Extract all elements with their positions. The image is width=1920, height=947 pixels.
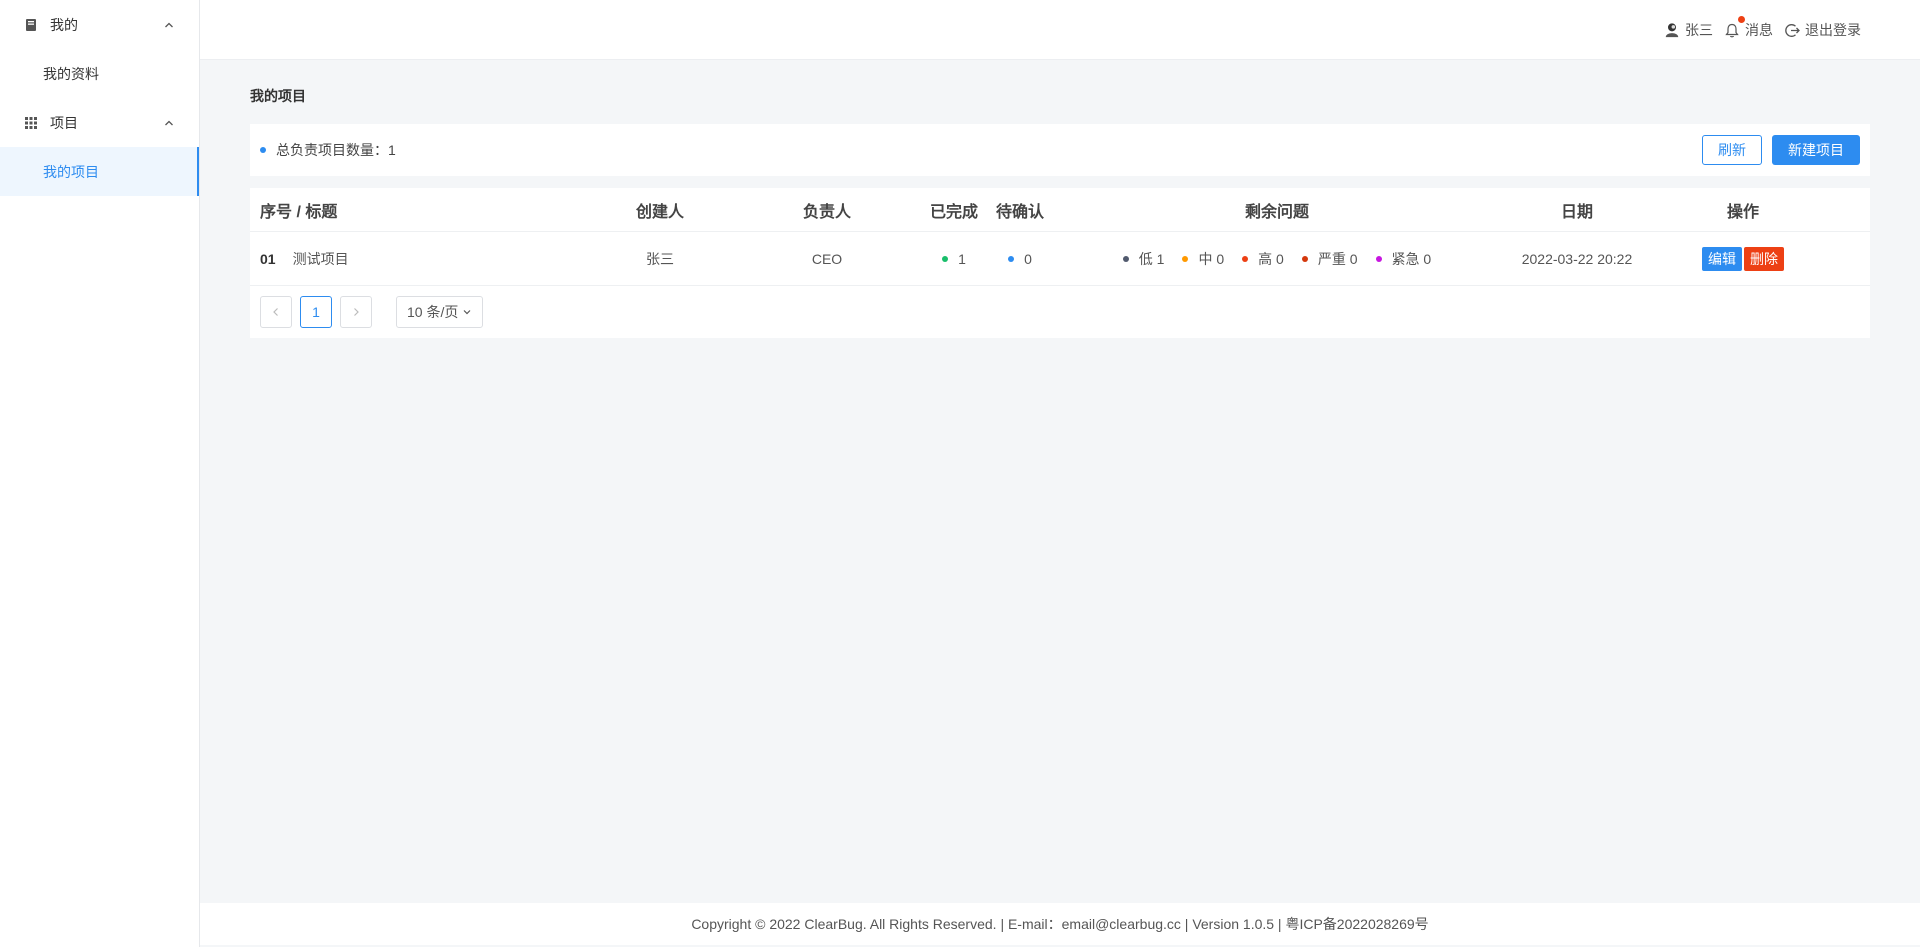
chevron-up-icon (163, 117, 175, 129)
issue-dot (1301, 255, 1308, 262)
issue-dot (1375, 255, 1382, 262)
project-title-cell: 01 测试项目 (250, 249, 590, 269)
summary-dot (260, 147, 266, 153)
user-name: 张三 (1685, 22, 1713, 38)
page-button[interactable]: 1 (300, 296, 332, 328)
chevron-left-icon (273, 308, 278, 316)
table-row: 01 测试项目 张三 CEO 1 0 低 1 中 0 高 0 严重 0 紧急 0… (250, 232, 1870, 286)
header-actions: 张三 消息 退出登录 (1653, 0, 1861, 60)
date-cell: 2022-03-22 20:22 (1521, 250, 1633, 267)
book-icon (24, 18, 38, 32)
owner-cell: CEO (811, 250, 843, 267)
chevron-right-icon (354, 308, 359, 316)
sidebar-group-mine[interactable]: 我的 (0, 0, 199, 49)
column-header-pending: 待确认 (995, 203, 1044, 221)
sidebar-item-label: 我的资料 (43, 65, 99, 82)
edit-button[interactable]: 编辑 (1702, 246, 1742, 271)
pending-dot (1008, 255, 1015, 262)
summary-label: 总负责项目数量： (276, 142, 388, 158)
done-cell: 1 (924, 251, 984, 267)
bell-icon (1724, 16, 1745, 38)
footer-text: Copyright © 2022 ClearBug. All Rights Re… (691, 916, 1429, 932)
top-header: 张三 消息 退出登录 (200, 0, 1920, 60)
refresh-button[interactable]: 刷新 (1702, 135, 1762, 165)
next-page-button[interactable] (340, 296, 372, 328)
sidebar-group-label: 项目 (50, 114, 78, 131)
issue-high: 高 0 (1242, 249, 1284, 269)
issue-dot (1122, 255, 1129, 262)
done-count: 1 (958, 250, 966, 267)
issue-severe: 严重 0 (1301, 249, 1358, 269)
summary-bar: 总负责项目数量： 1 刷新 新建项目 (250, 124, 1870, 176)
avatar (1664, 22, 1680, 38)
issue-label: 严重 0 (1317, 250, 1358, 267)
grid-icon (24, 116, 38, 130)
column-header-done: 已完成 (929, 203, 978, 221)
prev-page-button[interactable] (260, 296, 292, 328)
new-project-button[interactable]: 新建项目 (1772, 135, 1860, 165)
pending-count: 0 (1024, 250, 1032, 267)
chevron-up-icon (163, 19, 175, 31)
delete-button[interactable]: 删除 (1744, 246, 1784, 271)
column-header-creator: 创建人 (635, 203, 684, 221)
table-header: 序号 / 标题 创建人 负责人 已完成 待确认 剩余问题 日期 操作 (250, 188, 1870, 232)
projects-table: 序号 / 标题 创建人 负责人 已完成 待确认 剩余问题 日期 操作 01 测试… (250, 188, 1870, 338)
page-title: 我的项目 (250, 88, 306, 104)
issue-label: 低 1 (1138, 250, 1165, 267)
sidebar-item-my-projects[interactable]: 我的项目 (0, 147, 199, 196)
done-dot (942, 255, 949, 262)
issue-label: 紧急 0 (1391, 250, 1432, 267)
pending-cell: 0 (984, 251, 1056, 267)
chevron-down-icon (462, 307, 472, 317)
page-size-select[interactable]: 10 条/页 (396, 296, 484, 328)
footer: Copyright © 2022 ClearBug. All Rights Re… (200, 903, 1920, 945)
logout-button[interactable]: 退出登录 (1784, 20, 1861, 40)
row-number: 01 (260, 250, 276, 267)
pagination: 1 10 条/页 (250, 286, 1870, 338)
issue-medium: 中 0 (1182, 249, 1224, 269)
issue-dot (1242, 255, 1249, 262)
column-header-date: 日期 (1560, 203, 1593, 221)
issue-label: 高 0 (1258, 250, 1284, 267)
page-size-value: 10 条/页 (407, 304, 459, 320)
logout-icon (1784, 22, 1800, 38)
issue-low: 低 1 (1122, 249, 1165, 269)
issue-dot (1182, 255, 1189, 262)
logout-label: 退出登录 (1805, 22, 1861, 38)
issue-label: 中 0 (1198, 250, 1225, 267)
issue-urgent: 紧急 0 (1375, 249, 1432, 269)
project-title[interactable]: 测试项目 (293, 249, 349, 269)
user-menu[interactable]: 张三 (1664, 20, 1713, 40)
column-header-title: 序号 / 标题 (260, 203, 338, 221)
sidebar-group-projects[interactable]: 项目 (0, 98, 199, 147)
notification-dot (1738, 16, 1745, 23)
messages-label: 消息 (1745, 22, 1773, 38)
messages-button[interactable]: 消息 (1724, 16, 1773, 40)
sidebar-item-my-profile[interactable]: 我的资料 (0, 49, 199, 98)
sidebar: 我的 我的资料 项目 我的项目 (0, 0, 200, 947)
sidebar-group-label: 我的 (50, 16, 78, 33)
main-content: 我的项目 总负责项目数量： 1 刷新 新建项目 序号 / 标题 创建人 负责人 … (250, 60, 1870, 338)
summary-value: 1 (388, 142, 396, 158)
column-header-actions: 操作 (1726, 203, 1759, 221)
column-header-issues: 剩余问题 (1244, 203, 1309, 221)
actions-cell: 编辑 删除 (1656, 246, 1830, 271)
sidebar-item-label: 我的项目 (43, 163, 99, 180)
creator-cell: 张三 (646, 250, 674, 267)
remaining-issues-cell: 低 1 中 0 高 0 严重 0 紧急 0 (1056, 249, 1498, 269)
column-header-owner: 负责人 (802, 203, 851, 221)
